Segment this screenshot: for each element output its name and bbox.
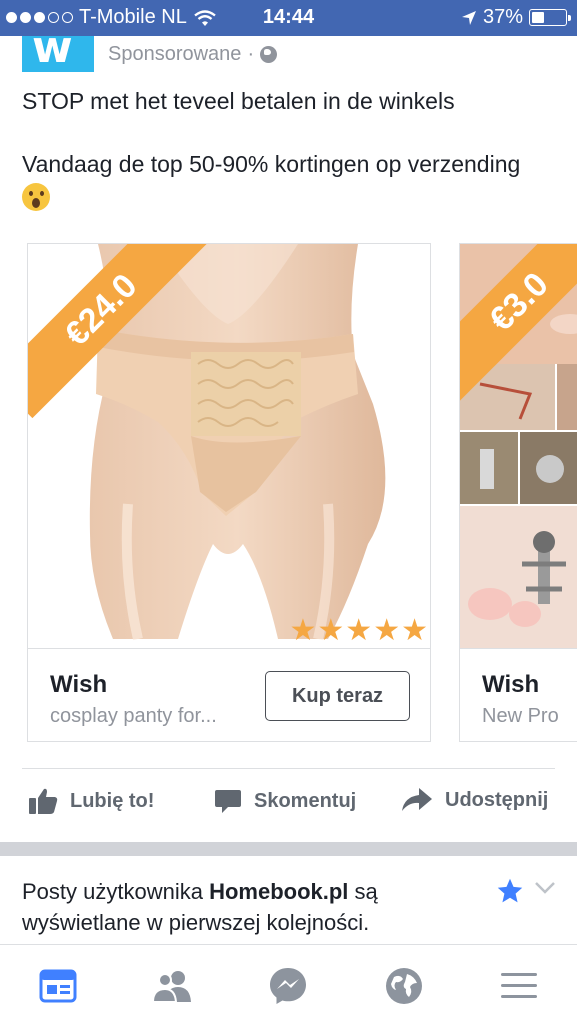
divider [22, 768, 555, 769]
location-arrow-icon [461, 10, 476, 25]
status-right: 37% [461, 6, 571, 29]
shop-now-button[interactable]: Kup teraz [265, 671, 410, 721]
comment-button[interactable]: Skomentuj [214, 787, 356, 815]
see-first-star-icon[interactable] [496, 877, 524, 910]
rating-stars: ★ ★ ★ ★ ★ [289, 616, 428, 646]
like-button[interactable]: Lubię to! [28, 787, 154, 815]
star-icon: ★ [401, 613, 428, 648]
tab-friends[interactable] [151, 965, 193, 1007]
public-globe-icon [260, 46, 278, 63]
product-image[interactable]: €3.0 [460, 244, 577, 648]
carousel-card[interactable]: €3.0 Wish New Pro [459, 243, 577, 742]
share-label: Udostępnij [445, 788, 549, 811]
chevron-down-icon[interactable] [533, 880, 557, 901]
tab-notifications[interactable] [383, 965, 425, 1007]
sponsored-text: Sponsorowane [108, 43, 242, 65]
comment-bubble-icon [215, 790, 241, 813]
bottom-tab-bar [0, 944, 577, 1024]
see-first-notice: Posty użytkownika Homebook.pl są wyświet… [22, 876, 492, 938]
tab-menu[interactable] [498, 965, 540, 1007]
card-footer: Wish cosplay panty for... Kup teraz [28, 648, 430, 741]
battery-percent: 37% [482, 6, 523, 28]
astonished-face-emoji-icon [22, 183, 50, 211]
star-icon: ★ [289, 613, 317, 648]
status-bar: T-Mobile NL 14:44 37% [0, 0, 577, 36]
feed-separator [0, 842, 577, 856]
share-button[interactable]: Udostępnij [401, 787, 548, 813]
card-description: cosplay panty for... [50, 705, 217, 727]
share-arrow-icon [402, 788, 432, 811]
tab-messenger[interactable] [267, 965, 309, 1007]
battery-icon [529, 9, 571, 26]
card-footer: Wish New Pro [460, 648, 577, 741]
menu-icon [501, 973, 537, 998]
news-feed-icon [39, 969, 77, 1003]
thumbs-up-icon [29, 788, 58, 814]
star-icon: ★ [317, 613, 345, 648]
post-text-line1: STOP met het teveel betalen in de winkel… [22, 88, 455, 114]
card-store-name: Wish [50, 671, 108, 698]
separator-dot: · [247, 43, 255, 65]
advertiser-logo[interactable]: w [22, 36, 94, 72]
tab-news-feed[interactable] [37, 965, 79, 1007]
carousel-card[interactable]: €24.0 ★ ★ ★ ★ ★ Wish cosplay panty for..… [27, 243, 431, 742]
card-store-name: Wish [482, 671, 540, 698]
star-icon: ★ [345, 613, 373, 648]
messenger-icon [270, 968, 306, 1004]
star-icon: ★ [373, 613, 401, 648]
product-image[interactable]: €24.0 ★ ★ ★ ★ ★ [28, 244, 430, 648]
sponsored-label: Sponsorowane · [108, 43, 278, 66]
post-text-line2-content: Vandaag de top 50-90% kortingen op verze… [22, 151, 521, 177]
notice-prefix: Posty użytkownika [22, 879, 210, 904]
friends-icon [151, 971, 191, 1003]
comment-label: Skomentuj [254, 789, 357, 812]
post-text-line2: Vandaag de top 50-90% kortingen op verze… [22, 147, 542, 215]
like-label: Lubię to! [70, 789, 155, 812]
advertiser-logo-letter: w [32, 36, 73, 72]
post-actions: Lubię to! Skomentuj Udostępnij [0, 787, 577, 827]
notice-page-name[interactable]: Homebook.pl [209, 879, 348, 904]
notifications-globe-icon [386, 968, 422, 1004]
card-description: New Pro [482, 705, 559, 727]
